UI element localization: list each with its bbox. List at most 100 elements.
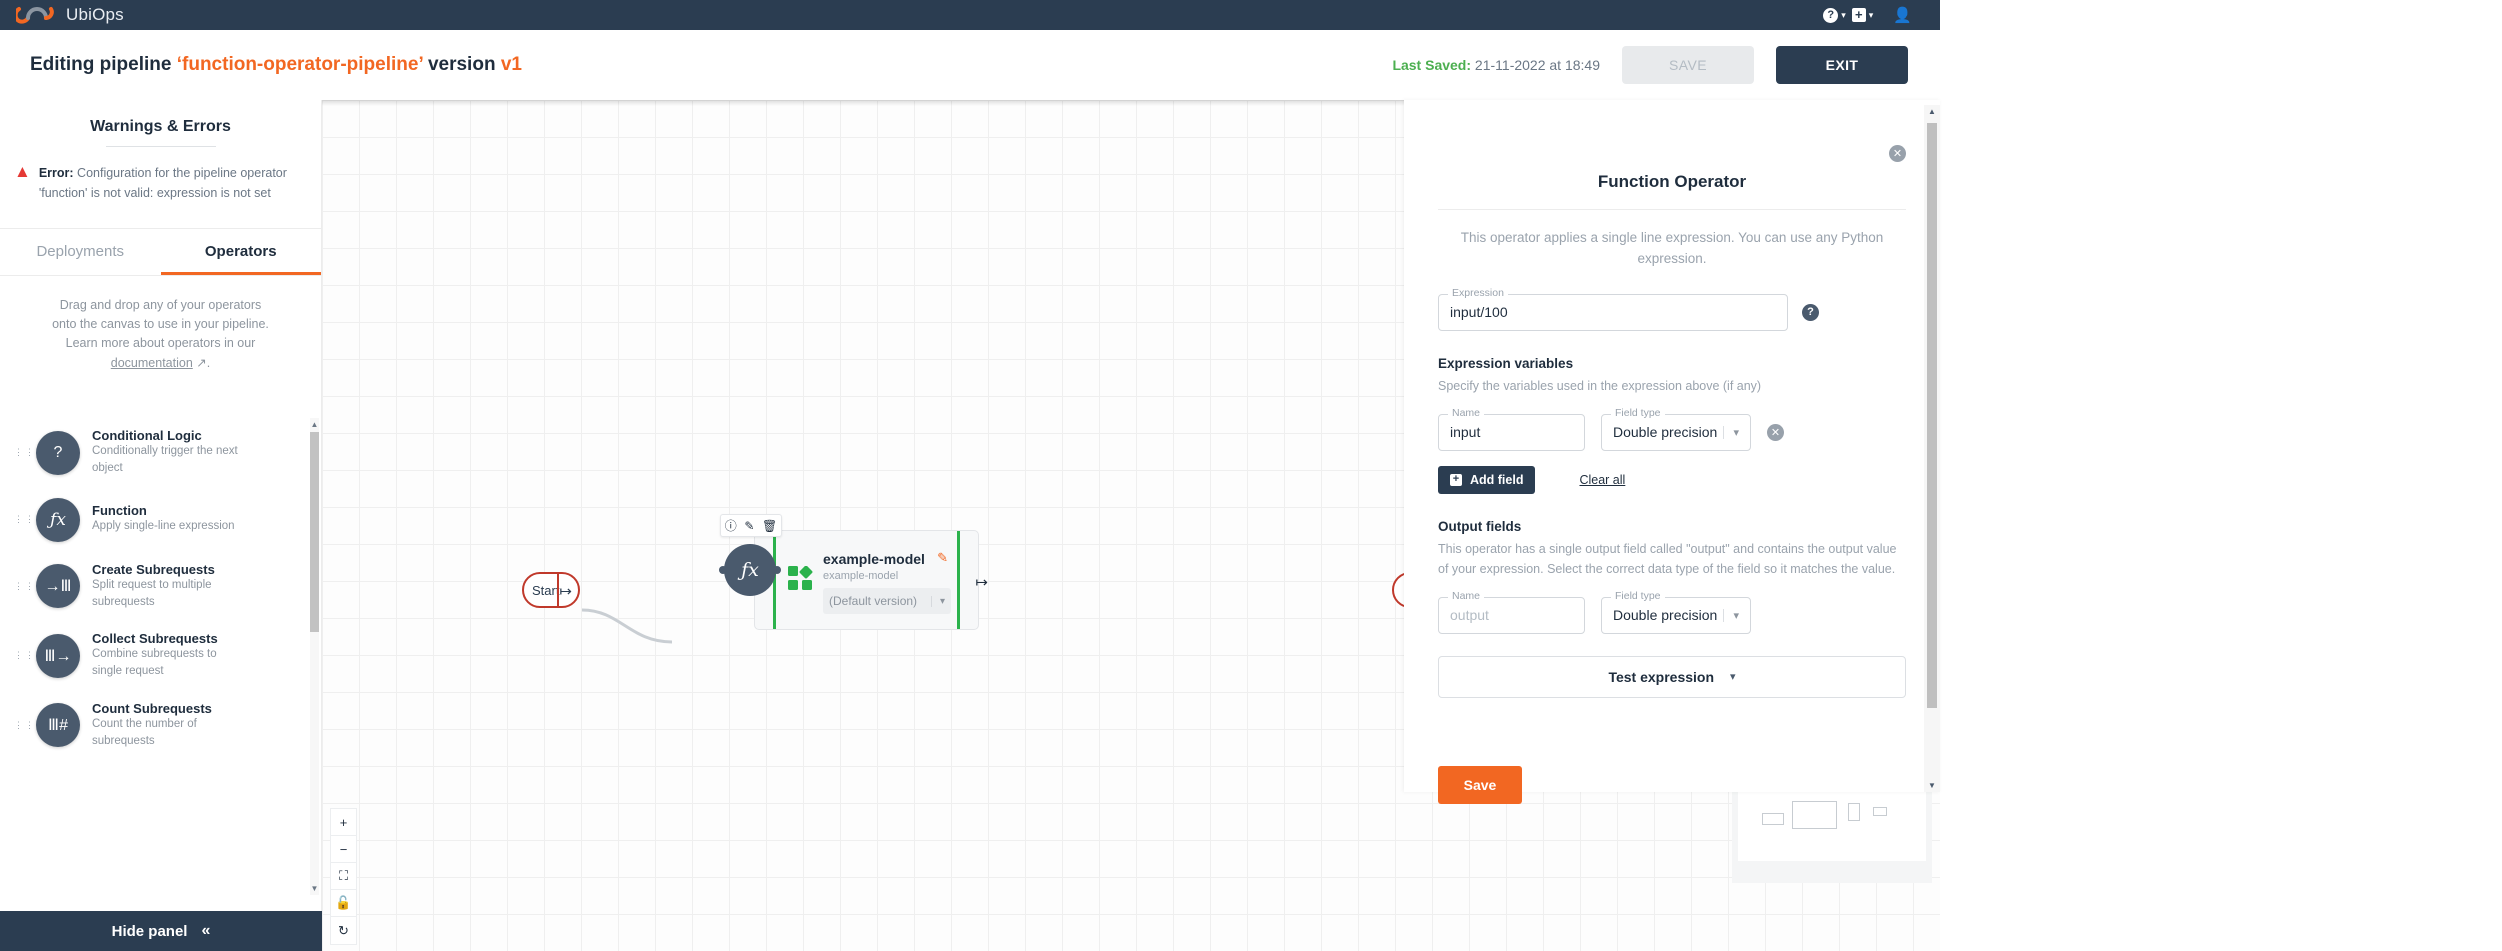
zoom-out-icon[interactable]: − <box>331 836 356 863</box>
operators-scrollbar[interactable]: ▲ ▼ <box>310 418 319 895</box>
scroll-up-arrow-icon[interactable]: ▲ <box>310 420 319 429</box>
output-port-icon[interactable]: ↦ <box>975 573 988 591</box>
output-port-icon[interactable]: ↦ <box>559 582 572 600</box>
test-expression-label: Test expression <box>1608 668 1715 685</box>
operator-list-item[interactable]: ⋮⋮ ƒx Function Apply single-line express… <box>0 488 321 552</box>
operator-text: Count Subrequests Count the number of su… <box>92 701 242 751</box>
pencil-icon[interactable]: ✎ <box>937 550 948 566</box>
scrollbar-thumb[interactable] <box>1927 123 1937 708</box>
pencil-icon[interactable]: ✎ <box>744 520 754 532</box>
panel-tabs: Deployments Operators <box>0 229 321 275</box>
reset-icon[interactable]: ↻ <box>331 917 356 944</box>
variable-field-type-select[interactable]: Field type Double precision ▾ <box>1601 406 1751 451</box>
function-fx-icon: ƒx <box>36 497 80 542</box>
active-tab-indicator <box>160 271 321 275</box>
expression-variables-description: Specify the variables used in the expres… <box>1438 378 1762 393</box>
plus-icon: + <box>1851 8 1866 22</box>
info-icon[interactable]: ⓘ <box>725 520 737 532</box>
operator-title: Conditional Logic <box>92 428 202 443</box>
panel-scrollbar[interactable]: ▲ ▼ <box>1924 105 1940 792</box>
zoom-in-icon[interactable]: + <box>331 809 356 836</box>
editor-header: Editing pipeline ‘function-operator-pipe… <box>0 30 1940 100</box>
question-mark-icon[interactable]: ? <box>1802 303 1819 321</box>
panel-title: Function Operator <box>1597 172 1747 191</box>
scroll-down-arrow-icon[interactable]: ▼ <box>1924 781 1940 790</box>
operator-list-item[interactable]: ⋮⋮ Ⅲ→ Collect Subrequests Combine subreq… <box>0 621 321 691</box>
collect-subrequests-icon: Ⅲ→ <box>36 633 80 678</box>
operator-list-item[interactable]: ⋮⋮ Ⅲ# Count Subrequests Count the number… <box>0 691 321 761</box>
tab-deployments[interactable]: Deployments <box>0 229 161 275</box>
deployment-node[interactable]: ↣ ↦ example-model example-model ✎ (Defau… <box>747 530 988 630</box>
operator-list-item[interactable]: ⋮⋮ ? Conditional Logic Conditionally tri… <box>0 418 321 488</box>
clear-all-button[interactable]: Clear all <box>1579 473 1625 487</box>
start-node[interactable]: Start ↦ <box>522 572 580 608</box>
drag-handle-icon[interactable]: ⋮⋮ <box>14 448 34 457</box>
expression-row: Expression input/100 ? <box>1404 270 1940 331</box>
scrollbar-thumb[interactable] <box>310 432 319 632</box>
variable-actions-row: + Add field Clear all <box>1404 451 1940 494</box>
hide-panel-button[interactable]: Hide panel « <box>0 911 322 951</box>
question-mark-icon: ? <box>1823 7 1839 23</box>
help-menu-button[interactable]: ? ▾ <box>1823 7 1846 23</box>
operator-description: Combine subrequests to single request <box>92 648 217 678</box>
test-expression-accordion[interactable]: Test expression ▾ <box>1438 655 1906 698</box>
node-input-handle[interactable] <box>719 566 727 574</box>
person-icon[interactable]: 👤 <box>1893 6 1912 24</box>
tab-operators[interactable]: Operators <box>161 229 322 275</box>
lock-icon[interactable]: 🔓 <box>331 890 356 917</box>
hint-line-1: Drag and drop any of your operators <box>59 297 262 312</box>
drag-handle-icon[interactable]: ⋮⋮ <box>14 651 34 660</box>
operator-list-item[interactable]: ⋮⋮ →Ⅲ Create Subrequests Split request t… <box>0 552 321 622</box>
variable-name-input[interactable]: Name input <box>1438 406 1585 451</box>
create-menu-button[interactable]: + ▾ <box>1851 8 1873 22</box>
hint-line-2: onto the canvas to use in your pipeline. <box>52 316 269 331</box>
header-actions: Last Saved: 21-11-2022 at 18:49 SAVE EXI… <box>1392 46 1908 84</box>
deployment-node-subtitle: example-model <box>823 570 899 582</box>
trash-icon[interactable]: 🗑 <box>762 520 777 532</box>
warnings-errors-title: Warnings & Errors <box>90 118 231 135</box>
expression-input-legend: Expression <box>1448 286 1508 299</box>
save-button[interactable]: SAVE <box>1622 46 1754 84</box>
operators-list[interactable]: ⋮⋮ ? Conditional Logic Conditionally tri… <box>0 418 321 899</box>
node-output-handle[interactable] <box>773 566 781 574</box>
save-operator-button[interactable]: Save <box>1438 766 1522 804</box>
function-operator-node[interactable]: ƒx <box>719 544 781 596</box>
expression-input[interactable]: Expression input/100 <box>1438 286 1788 331</box>
brand-name: UbiOps <box>66 5 124 24</box>
chevron-down-icon: ▾ <box>1723 425 1739 439</box>
close-icon[interactable]: ✕ <box>1889 145 1906 162</box>
documentation-link[interactable]: documentation <box>111 356 193 370</box>
operator-node-toolbar[interactable]: ⓘ ✎ 🗑 <box>720 514 782 537</box>
operator-title: Create Subrequests <box>92 561 215 577</box>
output-field-type-select[interactable]: Field type Double precision ▾ <box>1601 589 1751 634</box>
scroll-up-arrow-icon[interactable]: ▲ <box>1924 107 1940 116</box>
deployment-version-select[interactable]: (Default version) ▾ <box>823 588 951 614</box>
canvas-zoom-controls[interactable]: + − ⛶ 🔓 ↻ <box>330 808 357 945</box>
add-field-button[interactable]: + Add field <box>1438 465 1536 494</box>
chevron-down-icon: ▾ <box>1730 671 1736 684</box>
ubiops-logo-icon <box>16 6 54 24</box>
last-saved-value: 21-11-2022 at 18:49 <box>1474 57 1600 73</box>
error-label: Error: <box>38 166 74 180</box>
top-navigation-bar: UbiOps ? ▾ + ▾ 👤 <box>0 0 1940 30</box>
last-saved-label: Last Saved: <box>1392 57 1472 73</box>
add-field-label: Add field <box>1470 472 1524 487</box>
output-field-type-legend: Field type <box>1611 589 1665 602</box>
deployment-blocks-icon <box>788 566 813 590</box>
drag-handle-icon[interactable]: ⋮⋮ <box>14 515 34 524</box>
brand-logo[interactable]: UbiOps <box>16 5 124 25</box>
operator-text: Conditional Logic Conditionally trigger … <box>92 428 242 478</box>
app-root: UbiOps ? ▾ + ▾ 👤 Editing pipeline ‘funct… <box>0 0 2502 951</box>
output-name-input[interactable]: Name output <box>1438 589 1585 634</box>
minimap-node <box>1762 813 1784 825</box>
panel-description: This operator applies a single line expr… <box>1460 230 1884 266</box>
drag-handle-icon[interactable]: ⋮⋮ <box>14 720 34 729</box>
scroll-down-arrow-icon[interactable]: ▼ <box>310 884 319 893</box>
drag-handle-icon[interactable]: ⋮⋮ <box>14 581 34 590</box>
fit-to-screen-icon[interactable]: ⛶ <box>331 863 356 890</box>
operator-title: Collect Subrequests <box>92 631 218 646</box>
count-subrequests-icon: Ⅲ# <box>36 703 80 748</box>
remove-field-icon[interactable]: ✕ <box>1767 423 1784 441</box>
exit-button[interactable]: EXIT <box>1776 46 1908 84</box>
expression-variable-row: Name input Field type Double precision ▾… <box>1404 396 1940 451</box>
